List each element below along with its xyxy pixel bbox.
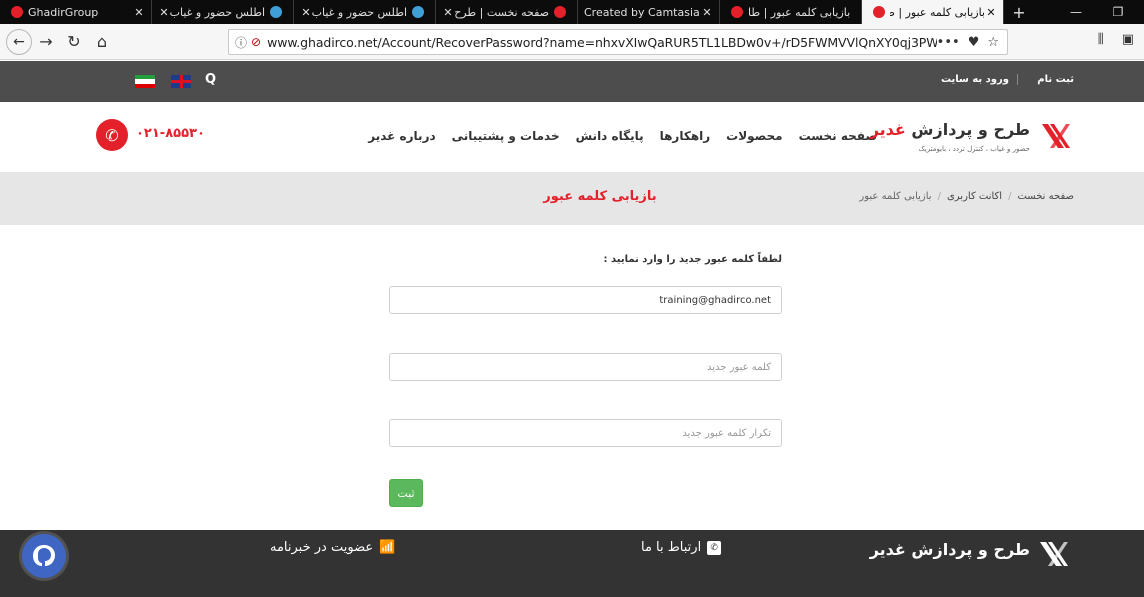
phone-icon: ✆ xyxy=(96,119,128,151)
new-password-field[interactable] xyxy=(389,353,782,381)
restore-icon[interactable]: ❐ xyxy=(1100,0,1136,24)
phone-square-icon: ✆ xyxy=(707,540,722,555)
menu-item-knowledge-base[interactable]: پایگاه دانش xyxy=(576,129,644,143)
insecure-lock-icon[interactable]: ⊘ xyxy=(251,35,261,49)
logo-text: طرح و پردازش غدیر xyxy=(869,120,1030,139)
breadcrumb-current: بازیابی کلمه عبور xyxy=(859,191,932,202)
ghadir-favicon-icon xyxy=(731,6,743,18)
forward-arrow-icon[interactable]: → xyxy=(32,28,60,56)
confirm-password-field[interactable] xyxy=(389,419,782,447)
sidebar-toggle-icon[interactable]: ▣ xyxy=(1122,32,1134,47)
tab-close-icon[interactable]: ✕ xyxy=(158,6,170,19)
footer-logo-mark-icon xyxy=(1040,542,1068,566)
phone-number[interactable]: ۰۲۱-۸۵۵۳۰ xyxy=(136,126,205,141)
logo-mark-icon xyxy=(1042,124,1070,148)
ghadir-favicon-icon xyxy=(554,6,566,18)
rss-icon: 📶 xyxy=(379,540,396,555)
tab-title: صفحه نخست | طرح و xyxy=(454,5,549,19)
newsletter-heading[interactable]: 📶 عضویت در خبرنامه xyxy=(270,540,395,555)
uk-flag-icon[interactable] xyxy=(171,75,191,88)
browser-tab[interactable]: GhadirGroup ✕ xyxy=(0,0,152,24)
page-title: بازیابی کلمه عبور xyxy=(543,189,657,204)
tab-close-icon[interactable]: ✕ xyxy=(985,6,997,19)
chat-icon xyxy=(33,545,55,566)
atlas-favicon-icon xyxy=(270,6,282,18)
chat-widget-button[interactable] xyxy=(22,534,66,578)
breadcrumb-home[interactable]: صفحه نخست xyxy=(1017,191,1074,202)
footer-logo-text: طرح و پردازش غدیر xyxy=(869,540,1030,559)
page-title-bar: بازیابی کلمه عبور صفحه نخست / اکانت کارب… xyxy=(0,172,1144,225)
menu-item-services[interactable]: خدمات و پشتیبانی xyxy=(452,129,560,143)
more-actions-icon[interactable]: ••• xyxy=(937,35,960,50)
reload-icon[interactable]: ↻ xyxy=(60,28,88,56)
atlas-favicon-icon xyxy=(412,6,424,18)
tab-close-icon[interactable]: ✕ xyxy=(701,6,713,19)
site-top-bar: Q ورود به سایت ثبت نام xyxy=(0,61,1144,102)
login-link[interactable]: ورود به سایت xyxy=(941,74,1018,85)
browser-tab-strip: GhadirGroup ✕ ✕ اطلس حضور و غیاب ✕ اطلس … xyxy=(0,0,1144,24)
pocket-icon[interactable]: ♥ xyxy=(968,35,980,50)
tab-title: اطلس حضور و غیاب xyxy=(170,5,265,19)
breadcrumb-separator: / xyxy=(1008,191,1012,202)
library-icon[interactable]: ⫼ xyxy=(1098,32,1104,47)
site-header: ✆ ۰۲۱-۸۵۵۳۰ صفحه نخست محصولات راهکارها پ… xyxy=(0,102,1144,172)
form-instruction: لطفاً کلمه عبور جدید را وارد نمایید : xyxy=(603,254,782,265)
minimize-icon[interactable]: — xyxy=(1058,0,1094,24)
contact-heading[interactable]: ✆ ارتباط با ما xyxy=(641,540,722,555)
tab-close-icon[interactable]: ✕ xyxy=(442,6,454,19)
menu-item-products[interactable]: محصولات xyxy=(726,129,782,143)
tab-title: بازیابی کلمه عبور | طا xyxy=(748,5,851,19)
address-bar[interactable]: ⓘ ⊘ www.ghadirco.net/Account/RecoverPass… xyxy=(228,29,1008,55)
footer-logo[interactable]: طرح و پردازش غدیر xyxy=(870,536,1068,568)
site-logo[interactable]: طرح و پردازش غدیر حضور و غیاب ، کنترل تر… xyxy=(870,120,1070,160)
browser-tab[interactable]: Created by Camtasia 9 ✕ xyxy=(578,0,720,24)
menu-item-about[interactable]: درباره غدیر xyxy=(368,129,435,143)
browser-tab[interactable]: ✕ اطلس حضور و غیاب xyxy=(294,0,436,24)
breadcrumb-account[interactable]: اکانت کاربری xyxy=(947,191,1002,202)
tab-title: بازیابی کلمه عبور | طا xyxy=(890,5,985,19)
signup-link[interactable]: ثبت نام xyxy=(1037,74,1074,85)
site-info-icon[interactable]: ⓘ xyxy=(235,34,247,51)
bookmark-star-icon[interactable]: ☆ xyxy=(987,35,999,50)
search-icon[interactable]: Q xyxy=(205,72,216,87)
tab-close-icon[interactable]: ✕ xyxy=(133,6,145,19)
home-icon[interactable]: ⌂ xyxy=(88,28,116,56)
email-field[interactable] xyxy=(389,286,782,314)
tab-title: GhadirGroup xyxy=(28,5,99,19)
ghadir-favicon-icon xyxy=(11,6,23,18)
iran-flag-icon[interactable] xyxy=(135,75,155,88)
url-text[interactable]: www.ghadirco.net/Account/RecoverPassword… xyxy=(267,35,937,50)
browser-toolbar: ← → ↻ ⌂ ⓘ ⊘ www.ghadirco.net/Account/Rec… xyxy=(0,24,1144,60)
tab-title: Created by Camtasia 9 xyxy=(584,5,701,19)
breadcrumb: صفحه نخست / اکانت کاربری / بازیابی کلمه … xyxy=(859,191,1074,202)
menu-item-home[interactable]: صفحه نخست xyxy=(799,129,877,143)
menu-item-solutions[interactable]: راهکارها xyxy=(660,129,711,143)
browser-tab[interactable]: ✕ اطلس حضور و غیاب xyxy=(152,0,294,24)
logo-tagline: حضور و غیاب ، کنترل تردد ، بایومتریک xyxy=(918,145,1031,153)
browser-tab[interactable]: بازیابی کلمه عبور | طا xyxy=(720,0,862,24)
breadcrumb-separator: / xyxy=(937,191,941,202)
newsletter-label: عضویت در خبرنامه xyxy=(270,540,374,555)
tab-title: اطلس حضور و غیاب xyxy=(312,5,407,19)
tab-close-icon[interactable]: ✕ xyxy=(300,6,312,19)
submit-button[interactable]: ثبت xyxy=(389,479,423,507)
new-tab-button[interactable]: + xyxy=(1004,0,1034,24)
back-arrow-icon[interactable]: ← xyxy=(6,28,32,55)
contact-label: ارتباط با ما xyxy=(641,540,702,555)
browser-tab[interactable]: ✕ صفحه نخست | طرح و xyxy=(436,0,578,24)
site-footer: 📶 عضویت در خبرنامه ✆ ارتباط با ما طرح و … xyxy=(0,530,1144,597)
browser-tab-active[interactable]: بازیابی کلمه عبور | طا ✕ xyxy=(862,0,1004,24)
ghadir-favicon-icon xyxy=(873,6,885,18)
main-menu: صفحه نخست محصولات راهکارها پایگاه دانش خ… xyxy=(368,129,877,143)
